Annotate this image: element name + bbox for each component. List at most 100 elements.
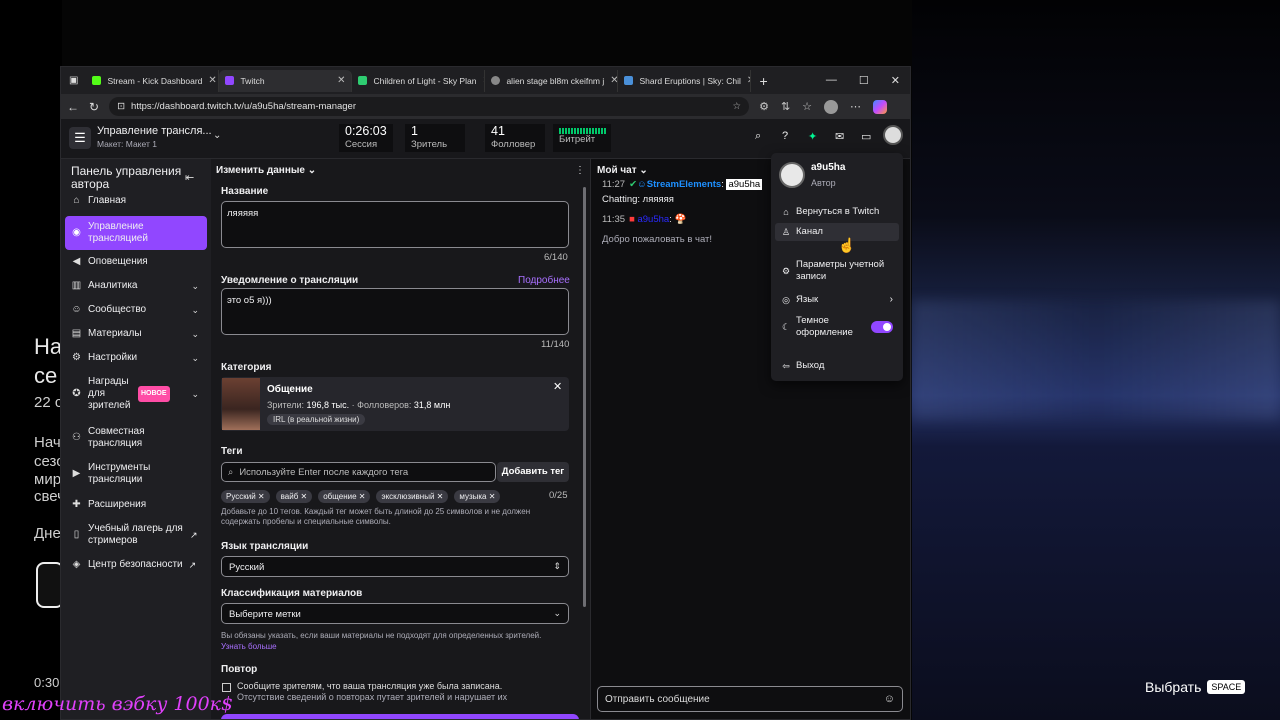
menu-item-logout[interactable]: ⇦ Выход xyxy=(775,357,899,375)
followers-value: 31,8 млн xyxy=(413,400,451,410)
back-icon[interactable]: ← xyxy=(67,100,79,114)
sidebar-item-tools[interactable]: ▶ Инструменты трансляции xyxy=(65,462,207,486)
maximize-icon[interactable]: ☐ xyxy=(859,74,869,87)
tag-label: общение xyxy=(323,492,357,501)
message-user[interactable]: a9u5ha xyxy=(637,214,669,225)
refresh-icon[interactable]: ↻ xyxy=(89,100,99,114)
tab-kick[interactable]: Stream - Kick Dashboard ✕ xyxy=(86,69,220,92)
sidebar-item-bootcamp[interactable]: ▯ Учебный лагерь для стримеров ↗ xyxy=(65,523,207,547)
menu-item-label: Вернуться в Twitch xyxy=(796,206,880,217)
external-link-icon: ↗ xyxy=(188,560,197,570)
minimize-icon[interactable]: — xyxy=(826,74,837,87)
new-tab-icon[interactable]: + xyxy=(751,73,775,89)
chevron-down-icon[interactable]: ⌄ xyxy=(213,130,221,141)
message-user[interactable]: StreamElements xyxy=(647,179,721,190)
sparkle-icon[interactable]: ✦ xyxy=(808,130,817,143)
category-name: Общение xyxy=(267,384,313,395)
avatar[interactable] xyxy=(883,125,903,145)
star-icon[interactable]: ☆ xyxy=(733,101,750,112)
lock-icon: ⊡ xyxy=(117,101,126,112)
tag-chip[interactable]: общение ✕ xyxy=(318,490,371,503)
sidebar-item-viewer-rewards[interactable]: ✪ Награды для зрителей НОВОЕ ⌄ xyxy=(65,376,207,412)
sidebar-item-settings[interactable]: ⚙ Настройки ⌄ xyxy=(65,352,207,364)
sidebar-item-label: Награды для зрителей xyxy=(88,376,131,411)
whispers-icon[interactable]: ▭ xyxy=(861,130,871,143)
emoji-icon[interactable]: ☺ xyxy=(884,693,895,705)
sidebar-item-alerts[interactable]: ◀ Оповещения xyxy=(65,256,207,268)
tab-twitch[interactable]: Twitch ✕ xyxy=(219,69,353,92)
done-button[interactable] xyxy=(221,714,579,719)
broadcast-icon: ◉ xyxy=(72,227,81,238)
menu-item-label: Темное оформление xyxy=(796,315,853,338)
menu-item-language[interactable]: ◎ Язык › xyxy=(775,291,899,309)
sky-icon xyxy=(358,76,368,85)
favorites-icon[interactable]: ☆ xyxy=(802,100,812,113)
sidebar-item-stream-manager[interactable]: ◉ Управление трансляцией xyxy=(65,216,207,250)
panel-header[interactable]: Изменить данные ⌄ xyxy=(216,165,316,176)
sidebar-item-extensions[interactable]: ✚ Расширения xyxy=(65,499,207,511)
language-select[interactable]: Русский ⇕ xyxy=(221,556,569,577)
sidebar-item-analytics[interactable]: ▥ Аналитика ⌄ xyxy=(65,280,207,292)
sidebar-item-home[interactable]: ⌂ Главная xyxy=(65,195,207,207)
classification-select[interactable]: Выберите метки ⌄ xyxy=(221,603,569,624)
tag-list: Русский ✕ вайб ✕ общение ✕ эксклюзивный … xyxy=(221,490,501,503)
profile-icon[interactable] xyxy=(824,99,839,114)
split-icon[interactable]: ⇅ xyxy=(781,100,790,113)
home-icon: ⌂ xyxy=(783,207,789,217)
sidebar: Панель управления автора ⇤ ⌂ Главная ◉ Упр… xyxy=(61,159,211,719)
menu-item-channel[interactable]: ♙ Канал xyxy=(775,223,899,241)
dark-theme-toggle[interactable] xyxy=(871,321,893,333)
sidebar-item-label: Центр безопасности xyxy=(88,559,183,570)
title-input[interactable]: ляяяяя xyxy=(221,201,569,248)
chat-header[interactable]: Мой чат ⌄ xyxy=(597,165,648,176)
menu-icon[interactable]: ☰ xyxy=(69,127,91,149)
url-field[interactable]: ⊡ https://dashboard.twitch.tv/u/a9u5ha/s… xyxy=(109,97,750,116)
learn-more-link[interactable]: Узнать больше xyxy=(221,642,277,651)
menu-item-back-to-twitch[interactable]: ⌂ Вернуться в Twitch xyxy=(775,203,899,221)
remove-category-icon[interactable]: ✕ xyxy=(553,380,562,393)
menu-item-account-settings[interactable]: ⚙ Параметры учетной записи xyxy=(775,256,899,286)
camera-icon: ▶ xyxy=(72,468,81,479)
tags-counter: 0/25 xyxy=(549,490,568,501)
chevron-down-icon: ⌄ xyxy=(553,608,561,618)
help-icon[interactable]: ? xyxy=(782,130,788,142)
close-icon[interactable]: ✕ xyxy=(337,75,345,86)
tab-sky-planner[interactable]: Children of Light - Sky Plan✕ xyxy=(352,69,486,92)
tag-chip[interactable]: вайб ✕ xyxy=(275,490,313,503)
tags-input[interactable]: ⌕ Используйте Enter после каждого тега xyxy=(221,462,496,482)
sidebar-item-safety[interactable]: ◈ Центр безопасности ↗ xyxy=(65,559,207,571)
stat-viewers: 1 Зритель xyxy=(405,124,465,152)
tag-chip[interactable]: музыка ✕ xyxy=(454,490,501,503)
window-controls: — ☐ ✕ xyxy=(826,74,910,87)
add-tag-button[interactable]: Добавить тег xyxy=(497,462,569,482)
tab-alien-stage[interactable]: alien stage bl8m ckeifnm j ✕ xyxy=(485,69,619,92)
sidebar-item-collab[interactable]: ⚇ Совместная трансляция xyxy=(65,426,207,450)
tag-chip[interactable]: эксклюзивный ✕ xyxy=(376,490,449,503)
stat-label: Фолловер xyxy=(491,139,536,150)
collapse-icon[interactable]: ⇤ xyxy=(185,171,194,184)
repeat-checkbox[interactable] xyxy=(222,683,231,692)
chat-input[interactable]: Отправить сообщение ☺ xyxy=(597,686,903,712)
tab-shard-eruptions[interactable]: Shard Eruptions | Sky: Chil✕ xyxy=(618,69,752,92)
title-label: Название xyxy=(221,186,269,197)
more-icon[interactable]: ⋯ xyxy=(850,100,861,113)
more-options-icon[interactable]: ⋮ xyxy=(575,165,585,176)
copilot-icon[interactable] xyxy=(873,99,888,114)
close-icon[interactable]: ✕ xyxy=(610,75,617,86)
close-window-icon[interactable]: ✕ xyxy=(891,74,900,87)
notification-input[interactable]: это о5 я))) xyxy=(221,288,569,335)
tag-chip[interactable]: Русский ✕ xyxy=(221,490,270,503)
scrollbar[interactable] xyxy=(583,187,586,607)
bg-text: Дне xyxy=(34,525,61,542)
category-tag[interactable]: IRL (в реальной жизни) xyxy=(267,414,366,425)
notification-more-link[interactable]: Подробнее xyxy=(518,275,570,286)
menu-item-dark-theme[interactable]: ☾ Темное оформление xyxy=(775,312,899,342)
extensions-icon[interactable]: ⚙ xyxy=(759,100,769,113)
tab-actions-icon[interactable]: ▣ xyxy=(61,75,86,86)
close-icon[interactable]: ✕ xyxy=(208,75,216,86)
chevron-down-icon: ⌄ xyxy=(191,353,199,363)
sidebar-item-community[interactable]: ☺ Сообщество ⌄ xyxy=(65,304,207,316)
search-icon[interactable]: ⌕ xyxy=(755,130,761,143)
inbox-icon[interactable]: ✉ xyxy=(835,130,844,143)
sidebar-item-content[interactable]: ▤ Материалы ⌄ xyxy=(65,328,207,340)
